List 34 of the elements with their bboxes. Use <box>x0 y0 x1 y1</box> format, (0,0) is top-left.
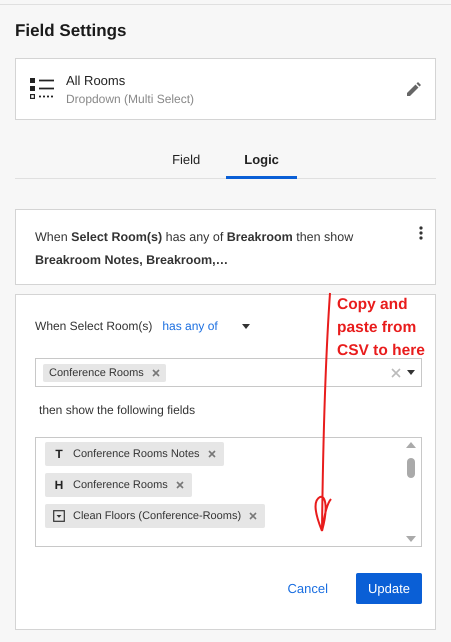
field-chip: H Conference Rooms <box>45 473 192 497</box>
remove-icon[interactable] <box>152 368 160 376</box>
values-select[interactable]: Conference Rooms <box>35 358 422 387</box>
caret-icon <box>242 324 250 328</box>
operator-dropdown[interactable]: has any of <box>162 319 250 333</box>
scroll-up-icon[interactable] <box>406 442 416 448</box>
panel-title: Field Settings <box>15 21 128 41</box>
more-icon[interactable] <box>419 226 423 240</box>
value-chip: Conference Rooms <box>43 364 166 382</box>
heading-icon: H <box>53 478 65 492</box>
annotation-note: Copy and paste from CSV to here <box>337 295 426 361</box>
field-chip: Clean Floors (Conference-Rooms) <box>45 504 266 528</box>
remove-icon[interactable] <box>176 481 184 489</box>
caret-icon <box>407 370 415 375</box>
scrollbar-thumb[interactable] <box>407 458 415 478</box>
field-type: Dropdown (Multi Select) <box>66 92 196 106</box>
dropdown-field-icon <box>53 510 65 522</box>
cancel-button[interactable]: Cancel <box>280 573 336 604</box>
update-button[interactable]: Update <box>356 573 422 604</box>
field-name: All Rooms <box>66 72 126 88</box>
condition-label: When Select Room(s) <box>35 319 152 333</box>
remove-icon[interactable] <box>208 450 216 458</box>
fields-select[interactable]: T Conference Rooms Notes H Conference Rooms Clean Floors (Conference-Rooms) <box>35 437 422 547</box>
rule-summary: When Select Room(s) has any of Breakroom then show Breakroom Notes, Breakroom,… <box>35 229 354 269</box>
tab[interactable]: Logic <box>226 144 297 179</box>
field-chip: T Conference Rooms Notes <box>45 442 224 466</box>
text-field-icon: T <box>53 447 65 461</box>
clear-icon[interactable] <box>391 368 401 378</box>
tab[interactable]: Field <box>154 144 218 179</box>
edit-icon[interactable] <box>407 82 421 96</box>
fields-label: then show the following fields <box>39 403 196 417</box>
remove-icon[interactable] <box>249 512 258 520</box>
scroll-down-icon[interactable] <box>406 536 416 542</box>
list-icon <box>30 78 54 100</box>
